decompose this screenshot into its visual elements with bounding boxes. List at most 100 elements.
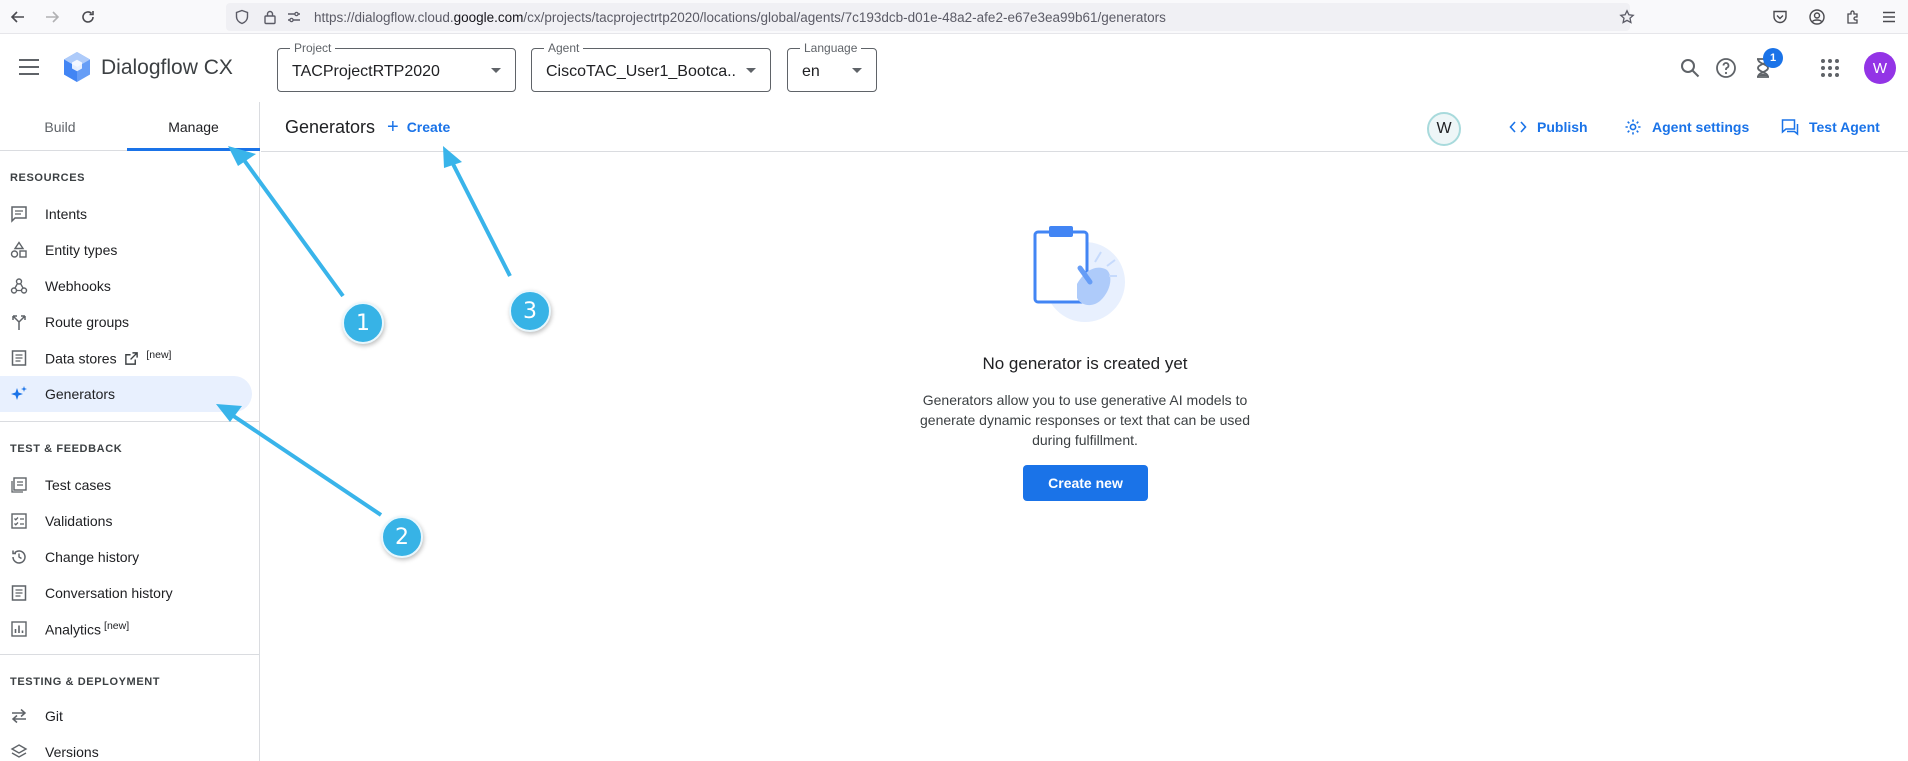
sidebar-item-label: Git — [45, 708, 63, 724]
sidebar: Build Manage RESOURCES Intents Entity ty… — [0, 102, 260, 761]
document-icon — [11, 585, 27, 601]
test-agent-button[interactable]: Test Agent — [1781, 118, 1880, 136]
pocket-icon[interactable] — [1771, 8, 1789, 26]
sidebar-item-data-stores[interactable]: Data stores [new] — [0, 340, 252, 376]
sidebar-item-intents[interactable]: Intents — [0, 196, 252, 232]
permissions-icon[interactable] — [286, 9, 302, 25]
checklist-icon — [11, 513, 27, 529]
gear-icon — [1625, 119, 1641, 135]
chat-bubble-icon — [1781, 119, 1799, 136]
agent-settings-button[interactable]: Agent settings — [1624, 118, 1749, 136]
apps-grid-icon[interactable] — [1818, 56, 1842, 80]
sidebar-item-versions[interactable]: Versions — [0, 734, 252, 761]
create-button[interactable]: + Create — [387, 116, 450, 138]
step-marker-1: 1 — [342, 302, 384, 344]
sidebar-item-label: Analytics [new] — [45, 620, 130, 638]
sidebar-item-label: Webhooks — [45, 278, 111, 294]
sidebar-item-route-groups[interactable]: Route groups — [0, 304, 252, 340]
code-icon — [1509, 121, 1527, 133]
sidebar-item-label: Test cases — [45, 477, 112, 493]
user-avatar[interactable]: W — [1864, 52, 1896, 84]
sidebar-item-label: Intents — [45, 206, 88, 222]
section-test-feedback: TEST & FEEDBACK — [10, 443, 123, 455]
sidebar-item-change-history[interactable]: Change history — [0, 539, 252, 575]
new-badge: [new] — [146, 349, 172, 362]
language-select[interactable]: Language en — [787, 41, 877, 92]
sparkle-icon — [11, 386, 27, 400]
chevron-down-icon — [852, 68, 862, 73]
sidebar-item-conversation-history[interactable]: Conversation history — [0, 575, 252, 611]
app-menu-icon[interactable] — [1880, 8, 1898, 26]
empty-state: No generator is created yet — [935, 0, 1235, 761]
open-in-new-icon — [125, 352, 139, 365]
reload-icon[interactable] — [76, 5, 100, 29]
forward-arrow-icon[interactable] — [40, 5, 64, 29]
sidebar-item-webhooks[interactable]: Webhooks — [0, 268, 252, 304]
divider — [0, 421, 260, 422]
agent-settings-label: Agent settings — [1652, 119, 1750, 135]
sidebar-item-generators[interactable]: Generators — [0, 376, 252, 412]
project-select[interactable]: Project TACProjectRTP2020 — [277, 41, 516, 92]
test-agent-label: Test Agent — [1809, 119, 1880, 135]
agent-select-label: Agent — [544, 41, 584, 55]
section-testing-deployment: TESTING & DEPLOYMENT — [10, 676, 161, 688]
bookmark-star-icon[interactable] — [1619, 9, 1635, 25]
sidebar-item-validations[interactable]: Validations — [0, 503, 252, 539]
step-marker-3: 3 — [509, 290, 551, 332]
section-resources: RESOURCES — [10, 172, 86, 184]
sidebar-item-label: Generators — [45, 386, 116, 402]
sidebar-item-label: Data stores [new] — [45, 349, 172, 367]
page-title: Generators — [285, 117, 376, 137]
tab-manage[interactable]: Manage — [127, 102, 260, 151]
account-icon[interactable] — [1808, 8, 1826, 26]
new-badge: [new] — [104, 620, 130, 633]
history-icon — [12, 550, 26, 564]
sidebar-item-analytics[interactable]: Analytics [new] — [0, 611, 252, 647]
create-new-button[interactable]: Create new — [1023, 465, 1148, 501]
step-marker-2: 2 — [381, 516, 423, 558]
shield-icon[interactable] — [234, 9, 250, 25]
list-icon — [11, 477, 27, 493]
chevron-down-icon — [746, 68, 756, 73]
address-bar[interactable]: https://dialogflow.cloud.google.com/cx/p… — [226, 3, 1635, 31]
sidebar-item-label: Route groups — [45, 314, 130, 330]
divider — [0, 654, 260, 655]
sidebar-item-label: Validations — [45, 513, 113, 529]
create-button-label: Create — [406, 119, 451, 135]
help-icon[interactable] — [1714, 56, 1738, 80]
app-title[interactable]: Dialogflow CX — [101, 56, 233, 80]
project-select-value: TACProjectRTP2020 — [292, 63, 440, 80]
language-select-label: Language — [800, 41, 862, 55]
sidebar-item-label: Conversation history — [45, 585, 173, 601]
plus-icon: + — [387, 116, 399, 138]
sidebar-item-entity-types[interactable]: Entity types — [0, 232, 252, 268]
lock-icon[interactable] — [262, 9, 278, 25]
chevron-down-icon — [491, 68, 501, 73]
sidebar-item-label: Change history — [45, 549, 140, 565]
sidebar-item-test-cases[interactable]: Test cases — [0, 467, 252, 503]
analytics-icon — [11, 621, 27, 637]
project-select-label: Project — [290, 41, 336, 55]
agent-select[interactable]: Agent CiscoTAC_User1_Bootca... — [531, 41, 771, 92]
hamburger-menu-icon[interactable] — [18, 58, 40, 76]
shapes-icon — [10, 241, 27, 258]
active-tab-indicator — [127, 148, 260, 151]
route-icon — [12, 315, 26, 330]
tab-build[interactable]: Build — [0, 102, 120, 151]
language-select-value: en — [802, 63, 820, 80]
back-arrow-icon[interactable] — [6, 5, 30, 29]
agent-select-value: CiscoTAC_User1_Bootca... — [546, 63, 736, 80]
chat-icon — [11, 206, 27, 223]
empty-state-description: Generators allow you to use generative A… — [920, 392, 1250, 448]
notification-badge[interactable]: 1 — [1763, 48, 1783, 68]
sidebar-tabs: Build Manage — [0, 102, 260, 151]
publish-button[interactable]: Publish — [1509, 118, 1588, 136]
dialogflow-logo-icon[interactable] — [62, 50, 92, 84]
sidebar-item-label: Entity types — [45, 242, 118, 258]
user-presence-chip[interactable]: W — [1427, 112, 1461, 146]
search-icon[interactable] — [1678, 56, 1702, 80]
webhook-icon — [10, 278, 28, 294]
sidebar-item-git[interactable]: Git — [0, 698, 252, 734]
empty-state-title: No generator is created yet — [982, 354, 1188, 373]
extensions-icon[interactable] — [1844, 8, 1862, 26]
